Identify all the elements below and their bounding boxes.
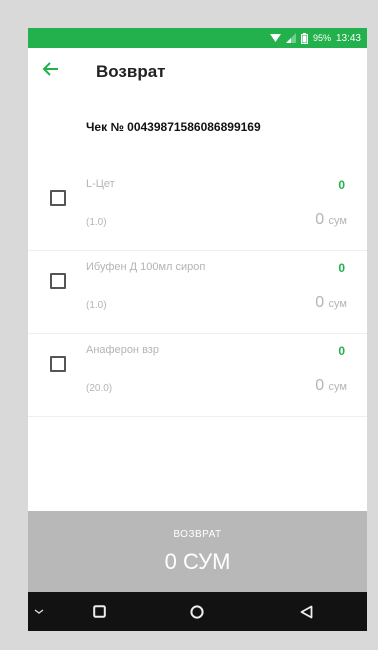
item-sum: 0 сум <box>315 377 347 395</box>
item-sum: 0 сум <box>315 211 347 229</box>
item-sum: 0 сум <box>315 294 347 312</box>
return-items-list: L-Цет (1.0) 0 0 сум Ибуфен Д 100мл сироп… <box>28 168 367 417</box>
battery-percent: 95% <box>312 33 331 43</box>
return-button[interactable]: ВОЗВРАТ 0 СУМ <box>28 511 367 592</box>
list-item: Ибуфен Д 100мл сироп (1.0) 0 0 сум <box>28 251 367 334</box>
back-button[interactable] <box>42 60 62 80</box>
app-bar: Возврат <box>28 48 367 94</box>
battery-icon <box>300 32 308 44</box>
list-item: Анаферон взр (20.0) 0 0 сум <box>28 334 367 417</box>
chevron-down-icon <box>34 608 44 614</box>
item-sum-currency: сум <box>328 381 347 393</box>
item-return-count[interactable]: 0 <box>338 261 345 275</box>
item-quantity: (1.0) <box>86 217 107 228</box>
wifi-icon <box>269 34 281 42</box>
item-sum-value: 0 <box>315 211 325 228</box>
signal-icon <box>285 33 296 43</box>
item-checkbox[interactable] <box>50 190 66 206</box>
list-item: L-Цет (1.0) 0 0 сум <box>28 168 367 251</box>
phone-screen: 95% 13:43 Возврат Чек № 0043987158608689… <box>28 28 367 631</box>
item-name: L-Цет <box>86 178 115 190</box>
return-button-label: ВОЗВРАТ <box>173 529 222 540</box>
item-name: Ибуфен Д 100мл сироп <box>86 261 206 273</box>
recents-icon <box>92 605 106 618</box>
clock: 13:43 <box>335 32 361 44</box>
item-checkbox[interactable] <box>50 356 66 372</box>
status-bar: 95% 13:43 <box>28 28 367 48</box>
nav-hide-keyboard[interactable] <box>28 592 50 631</box>
item-return-count[interactable]: 0 <box>338 178 345 192</box>
home-icon <box>190 604 204 619</box>
back-triangle-icon <box>300 605 312 618</box>
item-sum-currency: сум <box>328 298 347 310</box>
item-sum-currency: сум <box>328 215 347 227</box>
item-quantity: (1.0) <box>86 300 107 311</box>
item-return-count[interactable]: 0 <box>338 344 345 358</box>
nav-recents[interactable] <box>84 592 114 631</box>
navigation-bar <box>28 592 367 631</box>
item-name: Анаферон взр <box>86 344 159 356</box>
page-title: Возврат <box>96 62 166 81</box>
nav-back[interactable] <box>291 592 321 631</box>
item-checkbox[interactable] <box>50 273 66 289</box>
item-sum-value: 0 <box>315 294 325 311</box>
item-quantity: (20.0) <box>86 383 113 394</box>
arrow-left-icon <box>42 62 58 76</box>
item-sum-value: 0 <box>315 377 325 394</box>
return-total: 0 СУМ <box>164 549 231 574</box>
nav-home[interactable] <box>182 592 212 631</box>
receipt-number: Чек № 00439871586086899169 <box>86 120 261 134</box>
